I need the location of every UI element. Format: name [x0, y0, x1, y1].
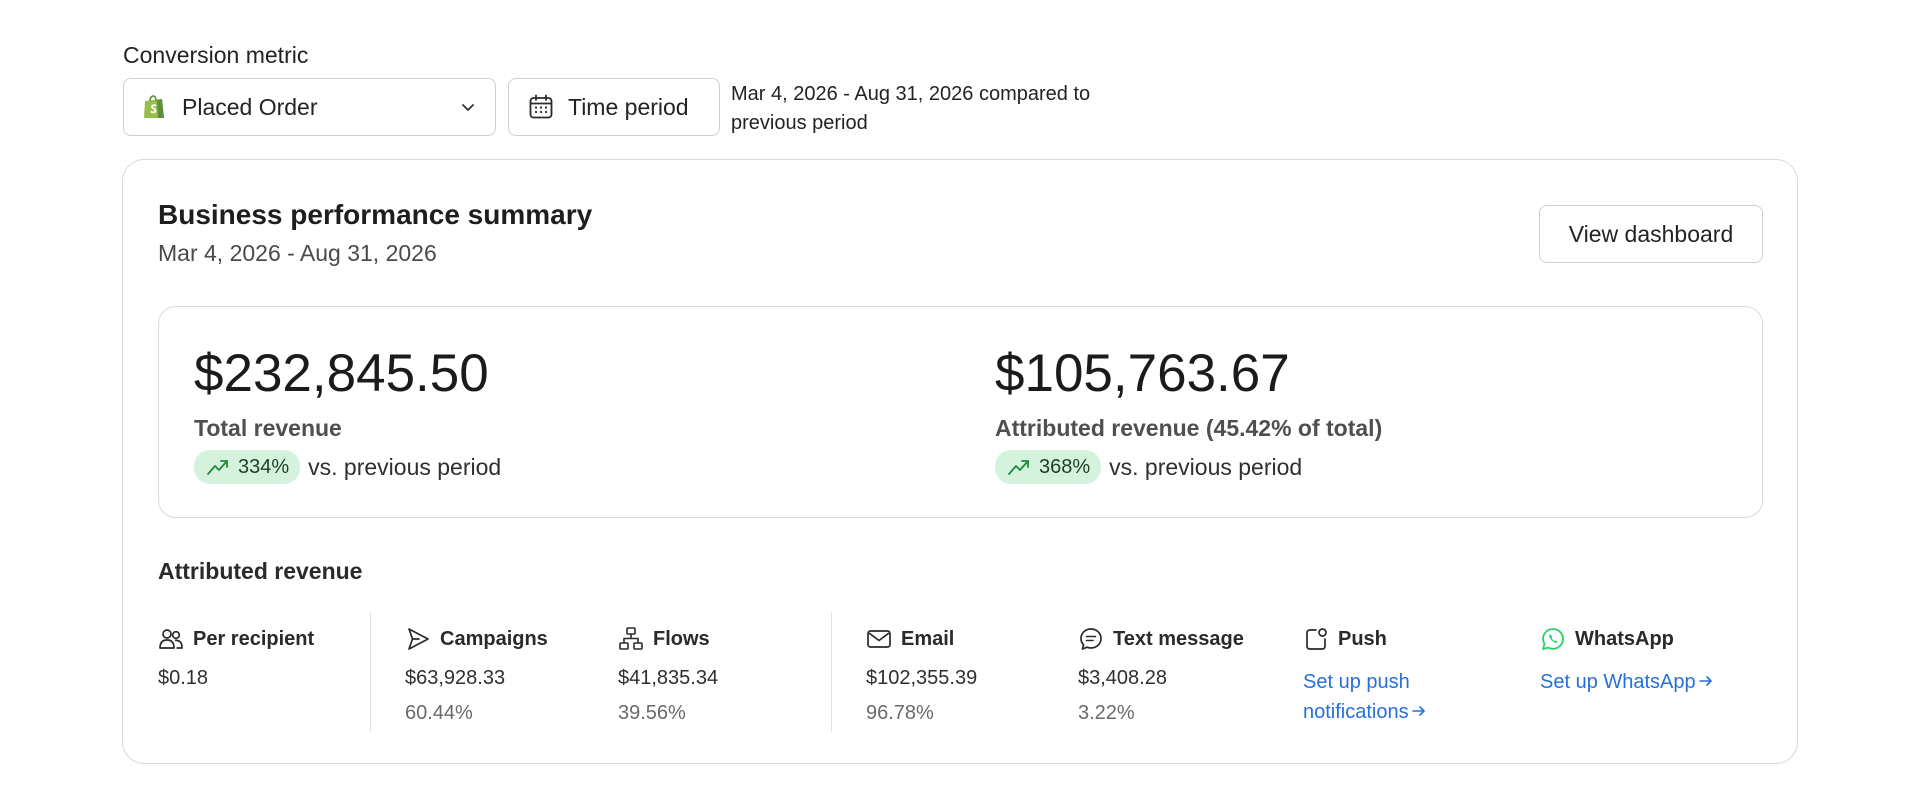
metric-label: Campaigns [440, 627, 548, 650]
metric-percent: 3.22% [1078, 702, 1135, 724]
trending-up-icon [1007, 457, 1031, 477]
mail-icon [866, 626, 892, 652]
card-title: Business performance summary [158, 199, 593, 230]
chevron-down-icon [459, 98, 477, 116]
metric-value: $102,355.39 [866, 667, 978, 689]
total-revenue-caption: Total revenue [194, 415, 342, 441]
setup-push-link[interactable]: Set up push notifications [1303, 667, 1483, 727]
attributed-revenue-heading: Attributed revenue [158, 558, 363, 584]
metric-label: Email [901, 627, 955, 650]
divider [831, 612, 832, 732]
whatsapp-icon [1540, 626, 1566, 652]
text-message-metric: Text message $3,408.28 3.22% [1078, 624, 1244, 725]
setup-push-link-text: Set up push notifications [1303, 671, 1410, 723]
revenue-totals-panel: $232,845.50 Total revenue 334% vs. previ… [158, 306, 1763, 518]
push-notification-icon [1303, 626, 1329, 652]
metric-percent: 39.56% [618, 702, 686, 724]
metric-label: Text message [1113, 627, 1244, 650]
selected-metric-value: Placed Order [182, 93, 318, 120]
flows-metric: Flows $41,835.34 39.56% [618, 624, 718, 725]
view-dashboard-button[interactable]: View dashboard [1539, 205, 1763, 263]
time-period-label: Time period [568, 93, 689, 120]
trending-up-icon [206, 457, 230, 477]
metric-value: $3,408.28 [1078, 667, 1167, 689]
attributed-revenue-block: $105,763.67 Attributed revenue (45.42% o… [995, 343, 1382, 484]
metric-label: Push [1338, 627, 1387, 650]
change-percent: 334% [238, 455, 290, 478]
chat-icon [1078, 626, 1104, 652]
metric-value: $63,928.33 [405, 667, 506, 689]
arrow-right-icon [1411, 698, 1427, 716]
whatsapp-metric: WhatsApp Set up WhatsApp [1540, 624, 1714, 697]
attributed-revenue-caption: Attributed revenue (45.42% of total) [995, 415, 1383, 441]
conversion-metric-label: Conversion metric [123, 42, 309, 68]
total-revenue-value: $232,845.50 [194, 344, 489, 403]
per-recipient-metric: Per recipient $0.18 [158, 624, 314, 690]
conversion-metric-select[interactable]: Placed Order [123, 78, 496, 136]
metric-value: $0.18 [158, 667, 209, 689]
metric-label: Per recipient [193, 627, 315, 650]
setup-whatsapp-link[interactable]: Set up WhatsApp [1540, 667, 1714, 697]
attributed-revenue-change: 368% vs. previous period [995, 450, 1382, 484]
setup-whatsapp-link-text: Set up WhatsApp [1540, 671, 1696, 693]
metric-percent: 60.44% [405, 702, 473, 724]
campaigns-metric: Campaigns $63,928.33 60.44% [405, 624, 548, 725]
card-date-range: Mar 4, 2026 - Aug 31, 2026 [158, 240, 437, 266]
business-performance-card: Business performance summary Mar 4, 2026… [122, 159, 1798, 764]
change-badge: 368% [995, 450, 1102, 484]
users-icon [158, 626, 184, 652]
total-revenue-change: 334% vs. previous period [194, 450, 501, 484]
total-revenue-block: $232,845.50 Total revenue 334% vs. previ… [194, 343, 501, 484]
push-metric: Push Set up push notifications [1303, 624, 1483, 727]
change-percent: 368% [1039, 455, 1091, 478]
change-badge: 334% [194, 450, 301, 484]
metric-percent: 96.78% [866, 702, 934, 724]
divider [370, 612, 371, 732]
metric-label: Flows [653, 627, 710, 650]
change-suffix: vs. previous period [1109, 453, 1303, 480]
email-metric: Email $102,355.39 96.78% [866, 624, 977, 725]
flow-icon [618, 626, 644, 652]
arrow-right-icon [1698, 668, 1714, 686]
period-description: Mar 4, 2026 - Aug 31, 2026 compared to p… [731, 83, 1091, 134]
time-period-button[interactable]: Time period [508, 78, 720, 136]
attributed-revenue-value: $105,763.67 [995, 344, 1290, 403]
metric-label: WhatsApp [1575, 627, 1674, 650]
metric-value: $41,835.34 [618, 667, 719, 689]
calendar-icon [528, 94, 554, 120]
change-suffix: vs. previous period [308, 453, 502, 480]
shopify-bag-icon [142, 94, 166, 120]
send-icon [405, 626, 431, 652]
